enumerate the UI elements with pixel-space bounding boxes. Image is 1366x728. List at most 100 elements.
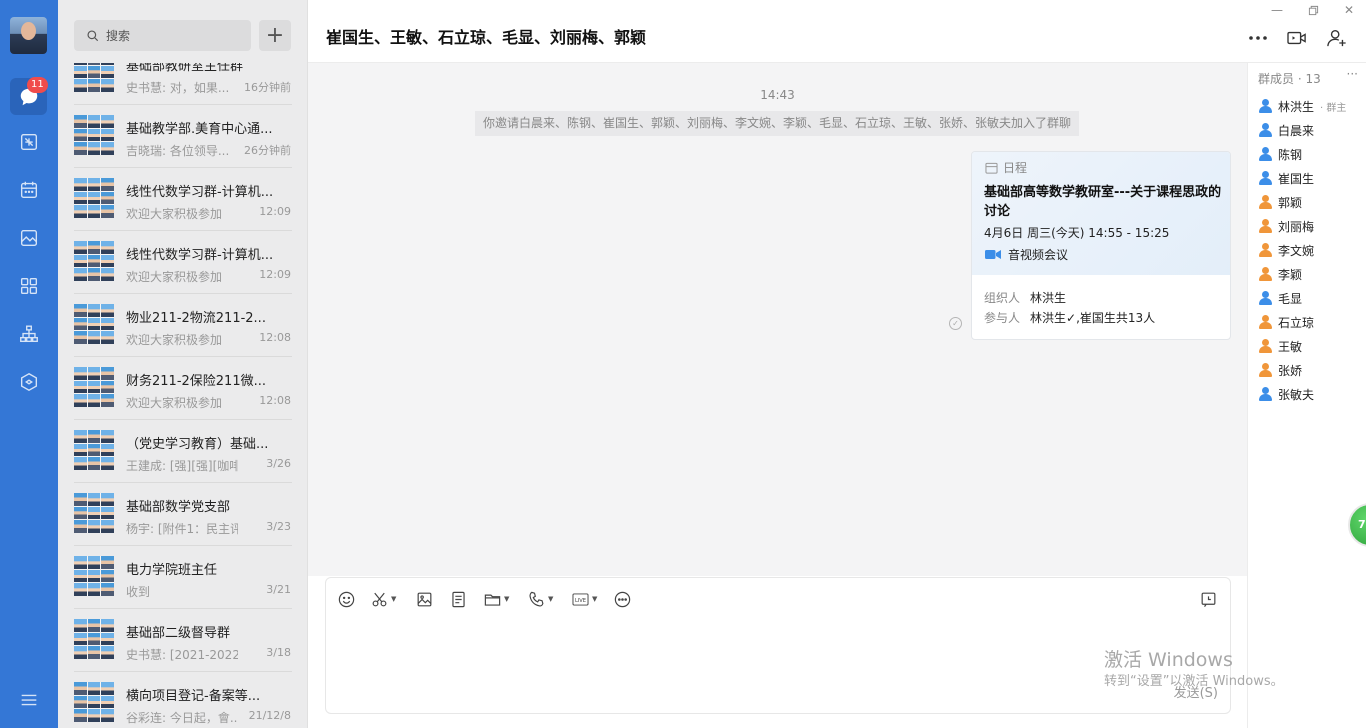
group-avatar	[74, 63, 114, 92]
member-item[interactable]: 张敏夫	[1258, 384, 1314, 404]
close-icon[interactable]: ✕	[1342, 3, 1356, 17]
conversation-preview: 史书慧: [2021-2022-2...	[126, 648, 238, 662]
member-name: 刘丽梅	[1278, 219, 1315, 234]
member-count: 群成员 · 13	[1258, 72, 1321, 86]
send-button[interactable]: 发送(S)	[1174, 682, 1218, 701]
conversation-item[interactable]: 电力学院班主任 收到 3/21	[58, 546, 307, 609]
svg-text:LIVE: LIVE	[575, 597, 586, 603]
conversation-item[interactable]: 基础部教研室主任群 史书慧: 对，如果... 16分钟前	[58, 63, 307, 105]
conversation-item[interactable]: 基础部数学党支部杨宇: [附件1：民主评... 3/23	[58, 483, 307, 546]
search-placeholder: 搜索	[106, 29, 131, 43]
restore-icon[interactable]	[1306, 3, 1320, 17]
search-input[interactable]: 搜索	[74, 20, 251, 51]
member-more-icon[interactable]: ···	[1347, 67, 1358, 81]
more-icon[interactable]	[613, 588, 632, 610]
member-item[interactable]: 石立琼	[1258, 312, 1314, 332]
member-item[interactable]: 王敏	[1258, 336, 1302, 356]
unread-badge: 11	[27, 77, 48, 93]
conversation-time: 12:08	[259, 394, 291, 407]
message-input-area[interactable]: ▼ ▼ ▼ LIVE ▼ 发送(S)	[325, 577, 1231, 714]
conversation-preview: 史书慧: 对，如果...	[126, 81, 230, 95]
conversation-time: 12:08	[259, 331, 291, 344]
member-item[interactable]: 张娇	[1258, 360, 1302, 380]
conversation-item[interactable]: （党史学习教育）基础... 王建成: [强][强][咖啡] 3/26	[58, 420, 307, 483]
conversation-item[interactable]: 物业211-2物流211-2... 欢迎大家积极参加 12:08	[58, 294, 307, 357]
member-name: 张娇	[1278, 363, 1303, 378]
conversation-name: 基础教学部.美育中心通...	[126, 122, 273, 137]
participants-value: 林洪生✓,崔国生共13人	[1030, 311, 1156, 325]
read-status-icon: ✓	[949, 317, 962, 330]
conversation-list-panel: 搜索 + 基础部教研室主任群 史书慧: 对，如果... 16分钟前 基础教学部.美育中…	[58, 0, 308, 728]
group-avatar	[74, 115, 114, 155]
group-avatar	[74, 367, 114, 407]
member-item[interactable]: 林洪生 · 群主	[1258, 96, 1346, 116]
conversation-time: 3/18	[266, 646, 291, 659]
menu-icon[interactable]	[10, 681, 47, 718]
organizer-value: 林洪生	[1030, 291, 1067, 305]
conversation-name: 电力学院班主任	[126, 563, 218, 578]
workspace-icon[interactable]	[10, 219, 47, 256]
conversation-name: 物业211-2物流211-2...	[126, 311, 266, 326]
member-name: 王敏	[1278, 339, 1303, 354]
video-meeting-icon	[985, 250, 1001, 259]
group-avatar	[74, 304, 114, 344]
member-item[interactable]: 白晨来	[1258, 120, 1314, 140]
member-item[interactable]: 崔国生	[1258, 168, 1314, 188]
calendar-icon[interactable]	[10, 171, 47, 208]
conversation-time: 26分钟前	[244, 144, 291, 157]
conversation-item[interactable]: 横向项目登记-备案等... 谷彩连: 今日起，會... 21/12/8	[58, 672, 307, 728]
person-icon	[1258, 339, 1272, 353]
person-icon	[1258, 243, 1272, 257]
member-item[interactable]: 郭颖	[1258, 192, 1302, 212]
search-icon	[87, 29, 99, 41]
conversation-item[interactable]: 线性代数学习群-计算机... 欢迎大家积极参加 12:09	[58, 231, 307, 294]
conversation-name: 基础部二级督导群	[126, 626, 231, 641]
cube-icon[interactable]	[10, 363, 47, 400]
phone-icon[interactable]: ▼	[527, 588, 553, 610]
schedule-icon[interactable]	[1199, 588, 1218, 610]
group-avatar	[74, 430, 114, 470]
documents-icon[interactable]	[10, 123, 47, 160]
member-name: 张敏夫	[1278, 387, 1315, 402]
video-call-icon[interactable]	[1285, 26, 1309, 50]
screenshot-icon[interactable]: ▼	[370, 588, 396, 610]
user-avatar[interactable]	[10, 17, 47, 54]
meeting-label: 音视频会议	[1008, 248, 1069, 262]
person-icon	[1258, 99, 1272, 113]
person-icon	[1258, 315, 1272, 329]
member-item[interactable]: 毛显	[1258, 288, 1302, 308]
member-item[interactable]: 李颖	[1258, 264, 1302, 284]
add-button[interactable]: +	[259, 20, 291, 51]
conversation-item[interactable]: 财务211-2保险211微... 欢迎大家积极参加 12:08	[58, 357, 307, 420]
conversation-item[interactable]: 线性代数学习群-计算机... 欢迎大家积极参加 12:09	[58, 168, 307, 231]
conversation-name: 线性代数学习群-计算机...	[126, 248, 274, 263]
member-item[interactable]: 陈钢	[1258, 144, 1302, 164]
conversation-name: 财务211-2保险211微...	[126, 374, 266, 389]
member-item[interactable]: 李文婉	[1258, 240, 1314, 260]
folder-icon[interactable]: ▼	[483, 588, 509, 610]
member-name: 林洪生	[1278, 99, 1315, 114]
live-icon[interactable]: LIVE ▼	[571, 588, 597, 610]
schedule-card[interactable]: 日程 基础部高等数学教研室---关于课程思政的讨论 4月6日 周三(今天) 14…	[971, 151, 1231, 340]
group-avatar	[74, 682, 114, 722]
org-chart-icon[interactable]	[10, 315, 47, 352]
conversation-item[interactable]: 基础部二级督导群史书慧: [2021-2022-2... 3/18	[58, 609, 307, 672]
conversation-time: 3/23	[266, 520, 291, 533]
emoji-icon[interactable]	[337, 588, 356, 610]
person-icon	[1258, 123, 1272, 137]
schedule-time: 4月6日 周三(今天) 14:55 - 15:25	[984, 226, 1170, 240]
meeting-link[interactable]: 音视频会议	[985, 246, 1068, 263]
member-item[interactable]: 刘丽梅	[1258, 216, 1314, 236]
person-icon	[1258, 195, 1272, 209]
conversation-item[interactable]: 基础教学部.美育中心通... 吉晓瑞: 各位领导... 26分钟前	[58, 105, 307, 168]
member-name: 陈钢	[1278, 147, 1303, 162]
group-avatar	[74, 619, 114, 659]
minimize-icon[interactable]: —	[1270, 3, 1284, 17]
more-options-icon[interactable]	[1246, 26, 1270, 50]
add-member-icon[interactable]	[1325, 26, 1349, 50]
document-icon[interactable]	[449, 588, 468, 610]
apps-icon[interactable]	[10, 267, 47, 304]
image-icon[interactable]	[415, 588, 434, 610]
message-area: 14:43 你邀请白晨来、陈钢、崔国生、郭颖、刘丽梅、李文婉、李颖、毛显、石立琼…	[308, 63, 1247, 576]
person-icon	[1258, 363, 1272, 377]
